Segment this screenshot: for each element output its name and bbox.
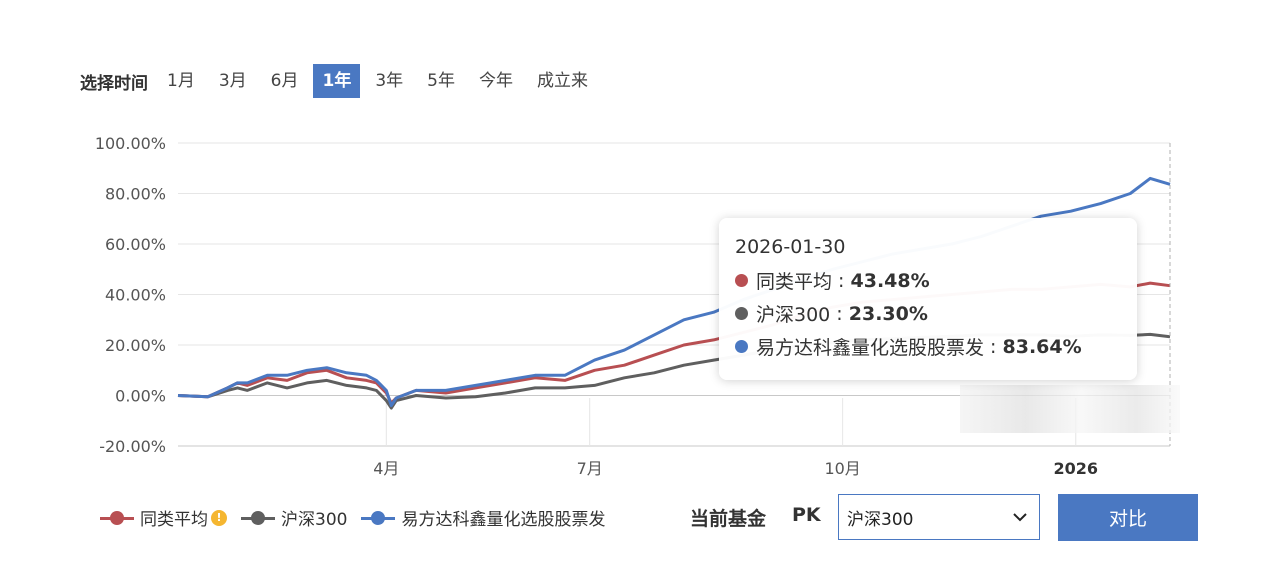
x-tick-label: 4月 <box>373 459 399 478</box>
series-dot-icon <box>735 274 748 287</box>
tooltip-series-value: 23.30% <box>848 302 928 325</box>
current-fund-label: 当前基金 <box>690 508 767 530</box>
x-tick-label: 2026 <box>1053 459 1098 478</box>
tooltip-series-name: 易方达科鑫量化选股股票发 <box>756 337 985 359</box>
series-dot-icon <box>735 307 748 320</box>
y-tick-label: 60.00% <box>105 235 166 254</box>
tooltip-series-name: 沪深300 <box>756 304 831 326</box>
legend-label: 同类平均 <box>140 510 208 530</box>
series-dot-icon <box>735 340 748 353</box>
tooltip-series-value: 43.48% <box>850 269 930 292</box>
y-axis: 100.00% 80.00% 60.00% 40.00% 20.00% 0.00% -20.… <box>95 134 166 456</box>
legend-label: 易方达科鑫量化选股股票发 <box>401 510 606 530</box>
y-tick-label: -20.00% <box>99 437 166 456</box>
tooltip-row-fund: 易方达科鑫量化选股股票发 : 83.64% <box>735 333 1121 360</box>
legend-item-csi300[interactable]: 沪深300 <box>241 505 347 530</box>
y-tick-label: 20.00% <box>105 336 166 355</box>
warning-icon[interactable]: ! <box>211 509 227 526</box>
legend-item-fund[interactable]: 易方达科鑫量化选股股票发 <box>361 505 605 530</box>
tooltip-series-value: 83.64% <box>1002 335 1082 358</box>
x-tick-label: 10月 <box>824 459 860 478</box>
compare-select[interactable]: 沪深300 <box>838 494 1040 540</box>
compare-button[interactable]: 对比 <box>1058 494 1198 541</box>
y-tick-label: 40.00% <box>105 286 166 305</box>
y-tick-label: 80.00% <box>105 185 166 204</box>
legend-item-peer-average[interactable]: 同类平均 ! <box>100 505 227 530</box>
chart-tooltip: 2026-01-30 同类平均 : 43.48% 沪深300 : 23.30% … <box>719 218 1137 380</box>
legend-line-icon <box>361 510 396 525</box>
legend-line-icon <box>100 510 134 525</box>
y-tick-label: 0.00% <box>115 387 166 406</box>
x-tick-label: 7月 <box>577 459 603 478</box>
tooltip-row-csi300: 沪深300 : 23.30% <box>735 300 1121 327</box>
compare-select-value: 沪深300 <box>847 509 914 530</box>
blurred-area <box>960 385 1180 433</box>
tooltip-row-peer-average: 同类平均 : 43.48% <box>735 267 1121 294</box>
legend-label: 沪深300 <box>281 510 348 530</box>
legend-line-icon <box>241 510 275 525</box>
y-tick-label: 100.00% <box>95 134 166 153</box>
chevron-down-icon <box>1013 513 1027 522</box>
chart-legend: 同类平均 ! 沪深300 易方达科鑫量化选股股票发 <box>100 505 619 530</box>
tooltip-date: 2026-01-30 <box>735 236 846 258</box>
pk-label: PK <box>792 504 821 526</box>
tooltip-series-name: 同类平均 <box>756 271 833 293</box>
